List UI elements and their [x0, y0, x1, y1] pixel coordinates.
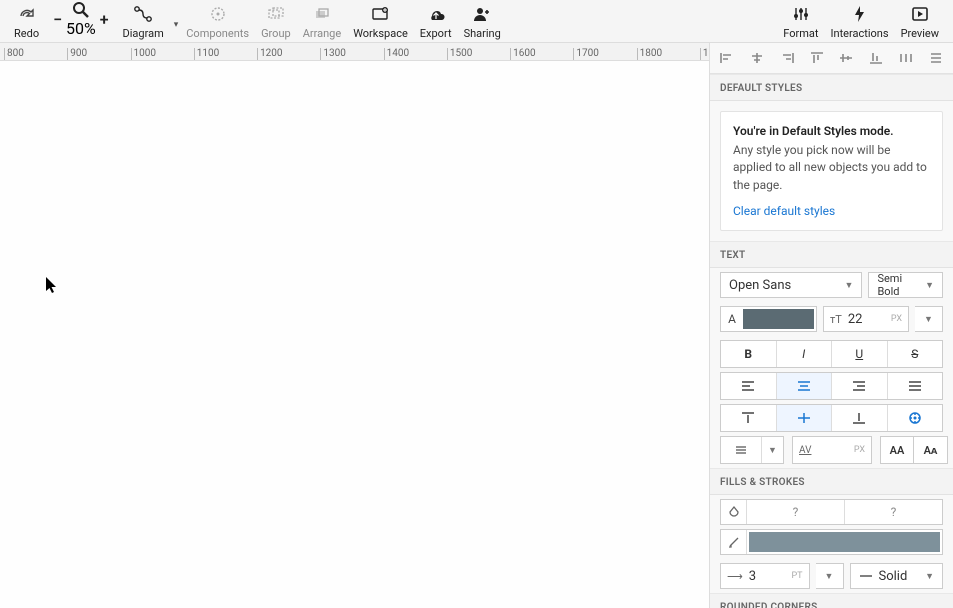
distribute-v-icon[interactable] — [925, 47, 947, 69]
fill-row[interactable]: ? ? — [720, 499, 943, 525]
format-button[interactable]: Format — [777, 3, 824, 42]
preview-icon — [911, 3, 929, 25]
ruler-tick: 1500 — [447, 48, 510, 60]
diagram-icon — [133, 3, 153, 25]
workspace-button[interactable]: Workspace — [347, 3, 414, 42]
info-body: Any style you pick now will be applied t… — [733, 142, 930, 194]
distribute-h-icon[interactable] — [895, 47, 917, 69]
valign-bottom-button[interactable] — [832, 405, 888, 431]
diagram-caret-icon[interactable]: ▾ — [170, 20, 181, 42]
ruler-tick: 1000 — [131, 48, 194, 60]
bold-button[interactable]: B — [721, 341, 777, 367]
group-button[interactable]: Group — [255, 3, 297, 42]
alignment-row — [710, 43, 953, 74]
align-top-icon[interactable] — [806, 47, 828, 69]
align-left-icon[interactable] — [716, 47, 738, 69]
font-size-unit-select[interactable]: ▼ — [915, 306, 943, 332]
ruler-tick: 1300 — [320, 48, 383, 60]
text-style-row: B I U S — [720, 340, 943, 368]
group-icon — [267, 3, 285, 25]
stroke-color-row[interactable] — [720, 529, 943, 555]
stroke-icon — [721, 530, 747, 554]
info-title: You're in Default Styles mode. — [733, 124, 930, 138]
stroke-style-select[interactable]: Solid ▼ — [850, 563, 944, 589]
magnifier-icon — [72, 1, 90, 19]
export-button[interactable]: Export — [414, 3, 458, 42]
ruler-tick: 800 — [4, 48, 67, 60]
stroke-color-swatch — [749, 532, 940, 552]
right-panel: DEFAULT STYLES You're in Default Styles … — [709, 43, 953, 608]
align-justify-button[interactable] — [888, 373, 943, 399]
stroke-width-icon: ⟶ — [727, 570, 743, 583]
valign-top-button[interactable] — [721, 405, 777, 431]
vertical-align-row — [720, 404, 943, 432]
format-icon — [792, 3, 810, 25]
align-right-icon[interactable] — [776, 47, 798, 69]
ruler-tick: 1800 — [637, 48, 700, 60]
arrange-icon — [313, 3, 331, 25]
align-bottom-icon[interactable] — [865, 47, 887, 69]
ruler-tick: 1700 — [573, 48, 636, 60]
ruler-tick: 1400 — [384, 48, 447, 60]
font-family-select[interactable]: Open Sans▼ — [720, 272, 862, 298]
align-center-h-icon[interactable] — [746, 47, 768, 69]
preview-button[interactable]: Preview — [895, 3, 945, 42]
zoom-in-button[interactable]: + — [96, 10, 113, 29]
zoom-out-button[interactable]: − — [49, 10, 66, 29]
sharing-button[interactable]: Sharing — [458, 3, 507, 42]
cursor-icon — [45, 276, 59, 294]
stroke-width-unit-select[interactable]: ▼ — [816, 563, 844, 589]
components-button[interactable]: Components — [180, 3, 255, 42]
font-size-icon: тT — [830, 313, 842, 326]
diagram-button[interactable]: Diagram — [117, 3, 170, 42]
top-toolbar: Redo − 50% + Diagram ▾ Components Group … — [0, 0, 953, 43]
ruler-tick: 1600 — [510, 48, 573, 60]
zoom-control[interactable]: − 50% + — [49, 1, 112, 38]
text-color-label: A — [721, 312, 743, 326]
workspace-icon — [370, 3, 390, 25]
interactions-button[interactable]: Interactions — [825, 3, 895, 42]
font-weight-select[interactable]: Semi Bold▼ — [868, 272, 943, 298]
ruler-tick: 1200 — [257, 48, 320, 60]
align-center-button[interactable] — [777, 373, 833, 399]
align-center-v-icon[interactable] — [835, 47, 857, 69]
redo-icon — [19, 3, 35, 25]
ruler-tick: 1100 — [194, 48, 257, 60]
text-align-row — [720, 372, 943, 400]
clear-default-styles-link[interactable]: Clear default styles — [733, 204, 835, 218]
font-size-field[interactable]: тT 22 PX — [823, 306, 909, 332]
canvas[interactable] — [0, 61, 709, 608]
text-header: TEXT — [710, 241, 953, 268]
default-styles-header: DEFAULT STYLES — [710, 74, 953, 101]
align-left-button[interactable] — [721, 373, 777, 399]
valign-middle-button[interactable] — [777, 405, 833, 431]
smallcaps-button[interactable]: Aᴀ — [914, 436, 948, 464]
default-styles-info: You're in Default Styles mode. Any style… — [720, 111, 943, 231]
stroke-width-field[interactable]: ⟶ 3 PT — [720, 563, 810, 589]
text-color-swatch — [743, 309, 814, 329]
underline-button[interactable]: U — [832, 341, 888, 367]
line-height-select[interactable]: ▼ — [720, 436, 784, 464]
fill-icon — [721, 500, 747, 524]
rounded-corners-header: ROUNDED CORNERS — [710, 593, 953, 608]
italic-button[interactable]: I — [777, 341, 833, 367]
export-icon — [426, 3, 446, 25]
components-icon — [208, 3, 228, 25]
sharing-icon — [472, 3, 492, 25]
strikethrough-button[interactable]: S — [888, 341, 943, 367]
interactions-icon — [853, 3, 867, 25]
text-color-field[interactable]: A — [720, 306, 817, 332]
align-right-button[interactable] — [832, 373, 888, 399]
arrange-button[interactable]: Arrange — [297, 3, 347, 42]
letter-spacing-field[interactable]: AVPX — [792, 436, 872, 464]
text-more-button[interactable] — [888, 405, 943, 431]
ruler-tick: 900 — [67, 48, 130, 60]
uppercase-button[interactable]: AA — [880, 436, 914, 464]
redo-button[interactable]: Redo — [8, 3, 45, 42]
fills-strokes-header: FILLS & STROKES — [710, 468, 953, 495]
